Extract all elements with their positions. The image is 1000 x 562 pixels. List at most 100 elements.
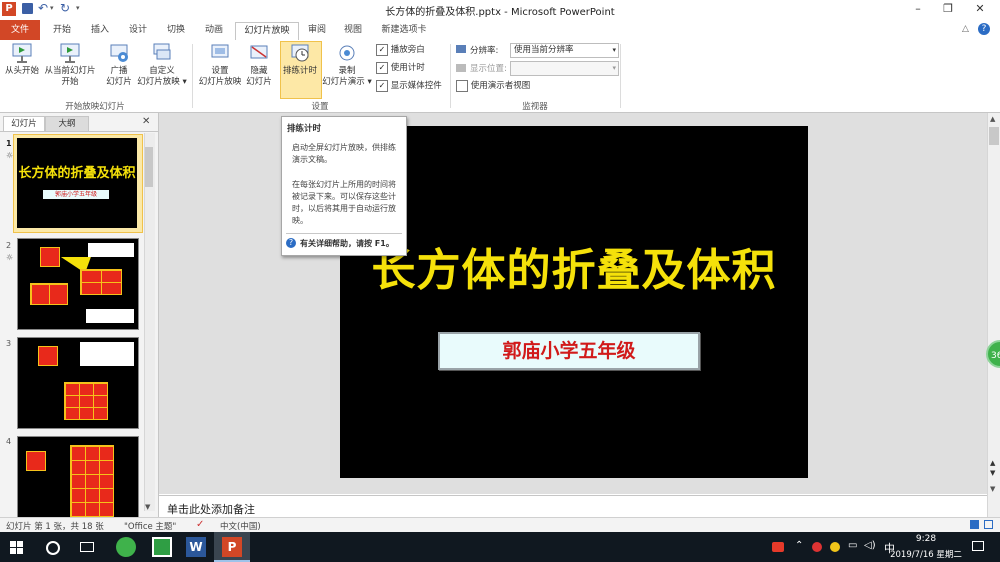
resolution-icon (456, 45, 466, 53)
scroll-down-icon[interactable]: ▼ (145, 503, 150, 511)
tray-icon[interactable] (812, 542, 822, 552)
collapse-ribbon-icon[interactable]: △ (962, 24, 969, 34)
tab-animations[interactable]: 动画 (196, 22, 232, 39)
resolution-label: 分辨率: (470, 46, 499, 56)
pane-scrollbar[interactable] (144, 133, 155, 511)
restore-button[interactable]: ❐ (934, 2, 962, 18)
animation-mark-icon: ☼ (6, 151, 14, 160)
group-separator (450, 44, 451, 108)
use-timings-checkbox[interactable]: ✓ (376, 61, 388, 74)
tab-slideshow[interactable]: 幻灯片放映 (235, 22, 299, 41)
resolution-select[interactable]: 使用当前分辨率 ▾ (510, 43, 619, 58)
show-on-select[interactable]: ▾ (510, 61, 619, 76)
tab-new[interactable]: 新建选项卡 (376, 22, 432, 39)
theme-name[interactable]: "Office 主题" (124, 520, 176, 532)
chevron-up-icon[interactable]: ⌃ (795, 540, 803, 551)
play-narrations-checkbox[interactable]: ✓ (376, 43, 388, 56)
close-pane-icon[interactable]: ✕ (142, 116, 150, 127)
play-narrations-row[interactable]: ✓ 播放旁白 (376, 43, 425, 57)
current-slide[interactable]: 长方体的折叠及体积 郭庙小学五年级 (340, 126, 808, 478)
record-slideshow-label-2: 幻灯片演示 ▾ (322, 77, 372, 87)
pane-scroll-thumb[interactable] (145, 147, 153, 187)
text-callout (88, 243, 134, 257)
windows-taskbar: W P ⌃ ▭ ◁) 中 9:28 2019/7/16 星期二 (0, 532, 1000, 562)
scroll-up-icon[interactable]: ▲ (990, 115, 995, 123)
pane-divider (0, 131, 158, 132)
normal-view-icon[interactable] (970, 520, 979, 529)
scroll-down-icon[interactable]: ▼ (990, 485, 995, 493)
tray-icon[interactable] (830, 542, 840, 552)
tab-slides[interactable]: 幻灯片 (3, 116, 45, 131)
setup-slideshow-button[interactable]: 设置 幻灯片放映 (196, 42, 244, 88)
tab-outline[interactable]: 大纲 (45, 116, 89, 131)
ime-sogou-icon[interactable] (772, 542, 784, 552)
slide-sorter-icon[interactable] (984, 520, 993, 529)
tab-insert[interactable]: 插入 (82, 22, 118, 39)
tab-file[interactable]: 文件 (0, 20, 40, 40)
from-current-button[interactable]: 从当前幻灯片 开始 (42, 42, 98, 88)
thumbnail-subtitle: 郭庙小学五年级 (43, 190, 109, 199)
custom-slideshow-label: 自定义 (149, 66, 175, 76)
show-on-label: 显示位置: (470, 64, 507, 74)
clock-time[interactable]: 9:28 (900, 534, 952, 544)
title-bar: P ↶ ▾ ↻ ▾ 长方体的折叠及体积.pptx - Microsoft Pow… (0, 0, 1000, 20)
slide-thumbnail-1[interactable]: 长方体的折叠及体积 郭庙小学五年级 (17, 138, 137, 228)
text-callout (86, 309, 134, 323)
slide-thumbnail-3[interactable] (17, 337, 139, 429)
broadcast-button[interactable]: 广播 幻灯片 (100, 42, 138, 88)
custom-slideshow-icon (153, 43, 171, 60)
slide-subtitle-box[interactable]: 郭庙小学五年级 (438, 332, 700, 370)
tab-transitions[interactable]: 切换 (158, 22, 194, 39)
slide-thumbnail-2[interactable] (17, 238, 139, 330)
slide-thumbnail-4[interactable] (17, 436, 139, 520)
red-cube-tower (70, 445, 114, 520)
tooltip-divider (286, 233, 402, 234)
clock-date[interactable]: 2019/7/16 星期二 (888, 548, 964, 560)
play-narrations-label: 播放旁白 (390, 45, 425, 55)
editor-scrollbar[interactable]: ▲ ▲ ▼ ▼ (987, 113, 1000, 517)
previous-slide-icon[interactable]: ▲ (990, 459, 995, 467)
tab-design[interactable]: 设计 (120, 22, 156, 39)
powerpoint-icon[interactable]: P (222, 537, 242, 557)
rehearse-timings-button[interactable]: 排练计时 (280, 42, 320, 77)
red-cube-group (30, 283, 68, 305)
hide-slide-label: 隐藏 (250, 66, 268, 76)
notes-pane[interactable]: 单击此处添加备注 (159, 495, 987, 518)
record-slideshow-button[interactable]: 录制 幻灯片演示 ▾ (322, 42, 372, 88)
broadcast-icon (110, 44, 128, 62)
network-icon[interactable]: ▭ (848, 540, 857, 551)
word-icon[interactable]: W (186, 537, 206, 557)
tab-home[interactable]: 开始 (44, 22, 80, 39)
use-timings-row[interactable]: ✓ 使用计时 (376, 61, 425, 75)
show-media-controls-row[interactable]: ✓ 显示媒体控件 (376, 79, 442, 93)
tab-view[interactable]: 视图 (336, 22, 370, 39)
spellcheck-icon[interactable]: ✓ (196, 519, 204, 530)
hide-slide-button[interactable]: 隐藏 幻灯片 (244, 42, 274, 88)
notes-placeholder[interactable]: 单击此处添加备注 (167, 501, 255, 517)
chevron-down-icon: ▾ (612, 46, 616, 54)
windows-start-icon[interactable] (10, 541, 23, 554)
volume-icon[interactable]: ◁) (864, 540, 876, 551)
browser-icon[interactable] (116, 537, 136, 557)
from-beginning-button[interactable]: 从头开始 (2, 42, 42, 77)
presenter-view-checkbox[interactable] (456, 79, 468, 92)
next-slide-icon[interactable]: ▼ (990, 469, 995, 477)
window-title: 长方体的折叠及体积.pptx - Microsoft PowerPoint (385, 7, 615, 18)
red-cube (38, 346, 58, 366)
close-button[interactable]: ✕ (966, 2, 994, 18)
setup-slideshow-label-2: 幻灯片放映 (198, 77, 242, 87)
slide-number: 2 (6, 241, 12, 250)
app-icon[interactable] (152, 537, 172, 557)
presenter-view-row[interactable]: 使用演示者视图 (456, 79, 530, 93)
editor-scroll-thumb[interactable] (989, 127, 999, 145)
show-media-controls-checkbox[interactable]: ✓ (376, 79, 388, 92)
custom-slideshow-button[interactable]: 自定义 幻灯片放映 ▾ (136, 42, 188, 88)
language[interactable]: 中文(中国) (220, 520, 261, 532)
notification-icon[interactable] (972, 541, 984, 551)
tab-review[interactable]: 审阅 (300, 22, 334, 39)
minimize-button[interactable]: – (904, 2, 932, 18)
help-icon[interactable]: ? (978, 23, 990, 35)
task-view-icon[interactable] (80, 542, 94, 552)
slide-title[interactable]: 长方体的折叠及体积 (340, 234, 808, 298)
search-icon[interactable] (46, 541, 60, 555)
